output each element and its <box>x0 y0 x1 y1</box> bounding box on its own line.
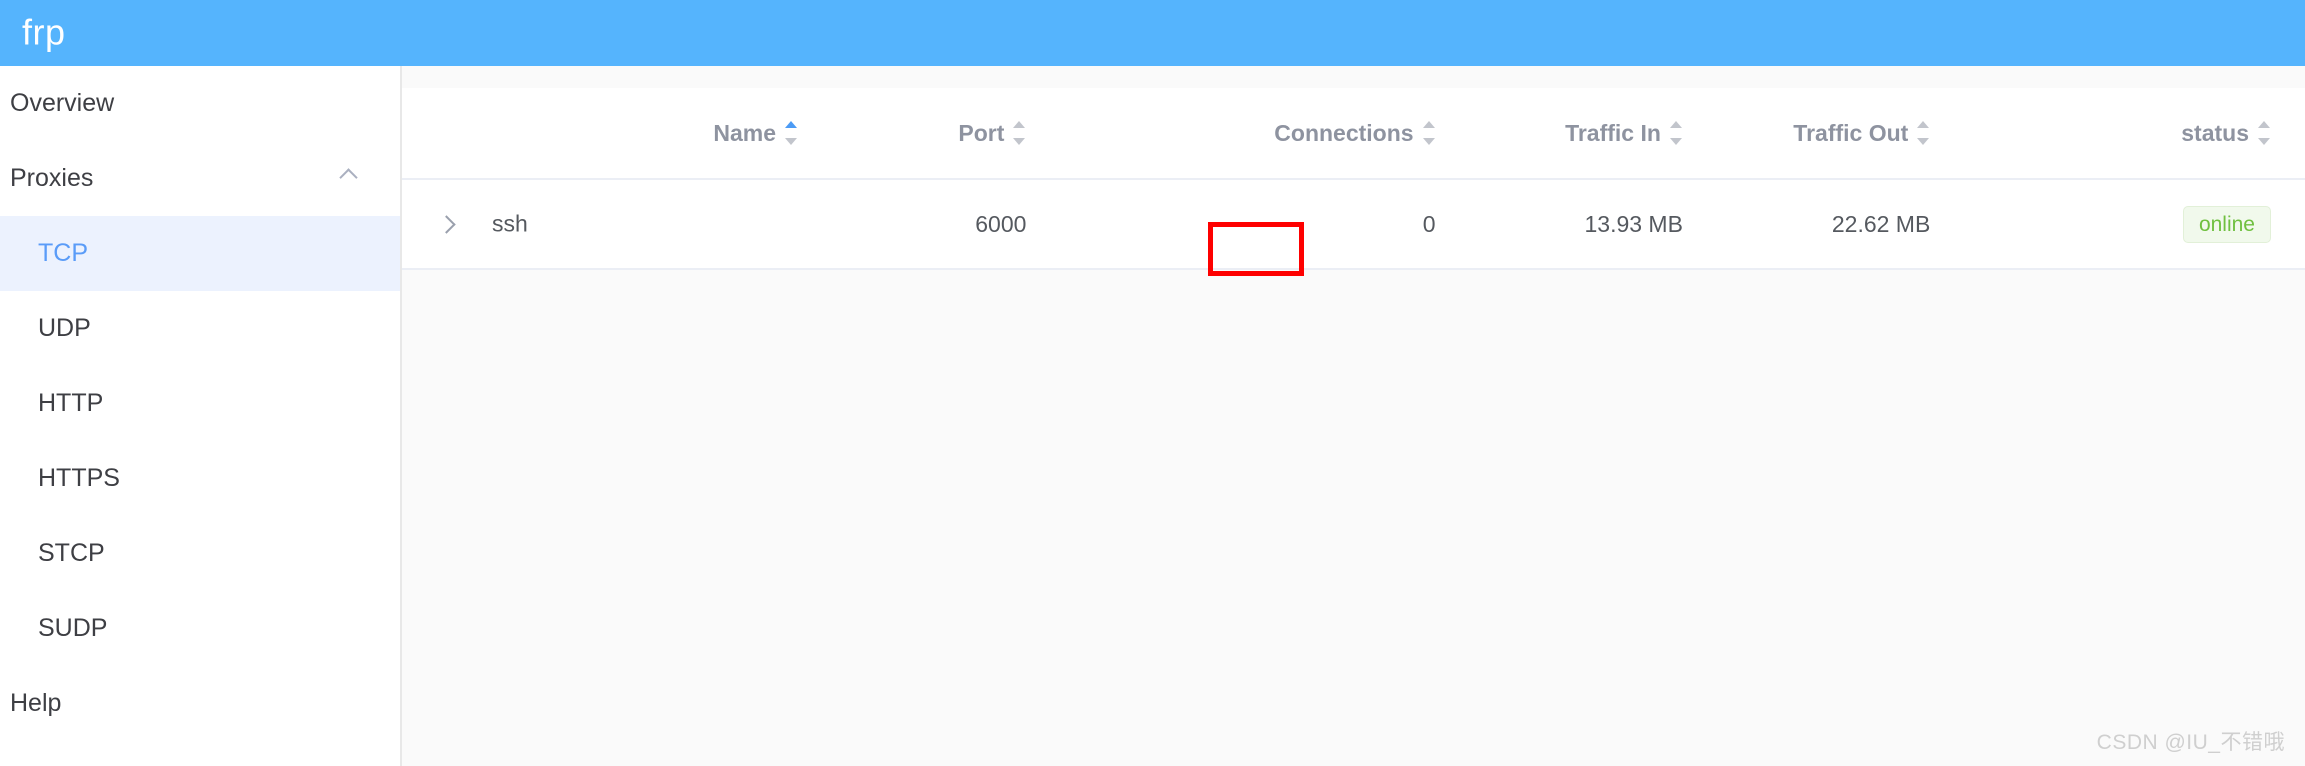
column-header-label: Connections <box>1274 119 1414 146</box>
sort-arrows-icon[interactable] <box>1013 120 1026 146</box>
main-content: Name Port Connections Traffic In Traffic… <box>402 66 2305 766</box>
frp-dashboard: frp Overview Proxies TCP UDP HTTP HTTPS … <box>0 0 2305 766</box>
table-header-row: Name Port Connections Traffic In Traffic… <box>402 88 2305 180</box>
status-badge: online <box>2182 205 2271 243</box>
column-header-label: Traffic In <box>1565 119 1661 146</box>
column-header-traffic-in[interactable]: Traffic In <box>1469 88 1717 180</box>
column-header-label: Traffic Out <box>1793 119 1909 146</box>
app-title: frp <box>22 11 66 53</box>
sidebar-item-https[interactable]: HTTPS <box>0 441 400 516</box>
table-row[interactable]: ssh 6000 0 13.93 MB 22.62 MB online <box>402 179 2305 270</box>
cell-traffic-in: 13.93 MB <box>1469 179 1717 270</box>
sort-arrows-icon[interactable] <box>1917 120 1930 146</box>
proxy-connections: 0 <box>1422 210 1436 237</box>
chevron-right-icon[interactable] <box>438 215 456 233</box>
chevron-up-icon[interactable] <box>342 167 358 183</box>
sort-arrows-icon[interactable] <box>2258 120 2271 146</box>
sidebar-item-label: Help <box>10 689 62 717</box>
proxy-traffic-out: 22.62 MB <box>1831 210 1931 237</box>
sort-arrows-icon[interactable] <box>785 120 798 146</box>
sidebar-item-label: STCP <box>38 539 105 567</box>
sidebar-item-label: SUDP <box>38 614 108 642</box>
sort-arrows-icon[interactable] <box>1669 120 1683 146</box>
cell-connections: 0 <box>1060 179 1470 270</box>
column-header-status[interactable]: status <box>1964 88 2305 180</box>
column-header-label: Name <box>713 119 777 146</box>
cell-name: ssh <box>402 179 833 270</box>
sidebar-item-overview[interactable]: Overview <box>0 66 400 141</box>
column-header-traffic-out[interactable]: Traffic Out <box>1716 88 1965 180</box>
column-header-name[interactable]: Name <box>402 88 833 180</box>
column-header-port[interactable]: Port <box>832 88 1061 180</box>
proxy-port: 6000 <box>975 210 1027 237</box>
sidebar-item-label: HTTPS <box>38 464 120 492</box>
proxy-traffic-in: 13.93 MB <box>1584 210 1683 237</box>
sidebar-item-tcp[interactable]: TCP <box>0 216 400 291</box>
sidebar-item-proxies[interactable]: Proxies <box>0 141 400 216</box>
watermark: CSDN @IU_不错哦 <box>2096 731 2285 754</box>
sidebar-item-label: Proxies <box>10 164 94 192</box>
sidebar: Overview Proxies TCP UDP HTTP HTTPS STCP… <box>0 66 402 766</box>
sidebar-item-udp[interactable]: UDP <box>0 291 400 366</box>
app-header: frp <box>0 0 2305 66</box>
sidebar-item-label: TCP <box>38 239 88 267</box>
sidebar-item-label: UDP <box>38 314 91 342</box>
sidebar-item-label: HTTP <box>38 389 104 417</box>
sidebar-item-help[interactable]: Help <box>0 666 400 741</box>
proxy-name: ssh <box>492 210 528 237</box>
sidebar-item-stcp[interactable]: STCP <box>0 516 400 591</box>
cell-port: 6000 <box>832 179 1061 270</box>
sidebar-item-http[interactable]: HTTP <box>0 366 400 441</box>
column-header-label: status <box>2181 119 2249 146</box>
cell-traffic-out: 22.62 MB <box>1716 179 1965 270</box>
proxies-table-card: Name Port Connections Traffic In Traffic… <box>402 88 2305 276</box>
column-header-connections[interactable]: Connections <box>1060 88 1470 180</box>
column-header-label: Port <box>958 119 1005 146</box>
sidebar-item-sudp[interactable]: SUDP <box>0 591 400 666</box>
sort-arrows-icon[interactable] <box>1422 120 1436 146</box>
sidebar-item-label: Overview <box>10 89 115 117</box>
cell-status: online <box>1964 179 2305 270</box>
proxies-table: Name Port Connections Traffic In Traffic… <box>402 88 2305 270</box>
